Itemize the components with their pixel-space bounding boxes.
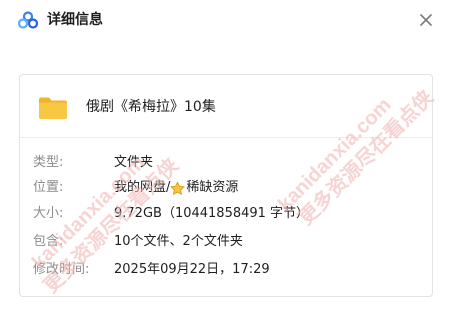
size-label: 大小: [33, 206, 64, 221]
location-value[interactable]: 我的网盘/ 稀缺资源 [114, 178, 238, 198]
close-icon[interactable] [416, 10, 436, 30]
file-header: 俄剧《希梅拉》10集 [20, 75, 432, 138]
cloud-logo-icon [18, 11, 38, 29]
file-name: 俄剧《希梅拉》10集 [86, 99, 216, 115]
size-row: 大小: 9.72GB（10441858491 字节） [33, 204, 423, 224]
location-path-prefix: 我的网盘/ [114, 180, 171, 195]
type-row: 类型: 文件夹 [33, 153, 423, 173]
modified-value: 2025年09月22日，17:29 [114, 262, 270, 277]
location-path-suffix: 稀缺资源 [186, 180, 239, 195]
file-details-dialog: 详细信息 俄剧《希梅拉》10集 类型: 文件夹 位置: 我的网盘/ 稀缺资源 大… [0, 0, 452, 309]
details-card: 俄剧《希梅拉》10集 类型: 文件夹 位置: 我的网盘/ 稀缺资源 大小: 9.… [19, 74, 433, 297]
type-label: 类型: [33, 155, 64, 170]
type-value: 文件夹 [114, 155, 154, 170]
location-label: 位置: [33, 180, 64, 195]
star-icon [171, 181, 185, 195]
modified-row: 修改时间: 2025年09月22日，17:29 [33, 260, 423, 280]
contains-label: 包含: [33, 234, 64, 249]
location-row: 位置: 我的网盘/ 稀缺资源 [33, 178, 423, 198]
dialog-title: 详细信息 [47, 12, 103, 28]
size-value: 9.72GB（10441858491 字节） [114, 206, 310, 221]
modified-label: 修改时间: [33, 262, 90, 277]
contains-value: 10个文件、2个文件夹 [114, 234, 243, 249]
dialog-titlebar: 详细信息 [0, 0, 452, 40]
folder-icon [39, 97, 67, 119]
contains-row: 包含: 10个文件、2个文件夹 [33, 232, 423, 252]
